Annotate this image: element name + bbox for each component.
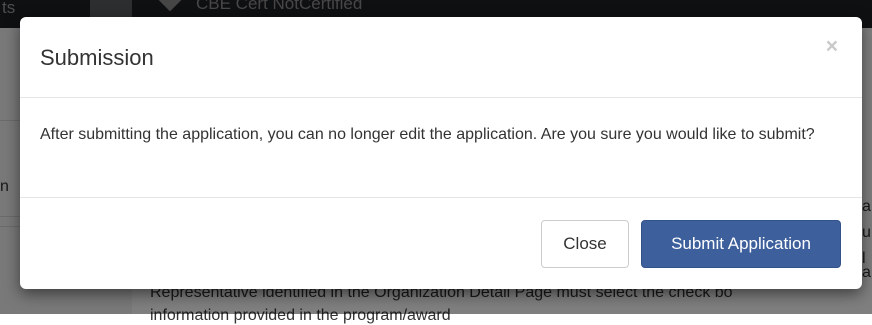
submission-modal: Submission × After submitting the applic… <box>20 17 862 289</box>
modal-footer: Close Submit Application <box>20 197 862 290</box>
submit-application-button[interactable]: Submit Application <box>641 220 841 268</box>
modal-title: Submission <box>40 45 154 70</box>
close-button[interactable]: Close <box>541 220 629 268</box>
close-icon[interactable]: × <box>826 36 838 57</box>
modal-header: Submission × <box>20 17 862 98</box>
modal-body-text: After submitting the application, you ca… <box>40 126 815 143</box>
